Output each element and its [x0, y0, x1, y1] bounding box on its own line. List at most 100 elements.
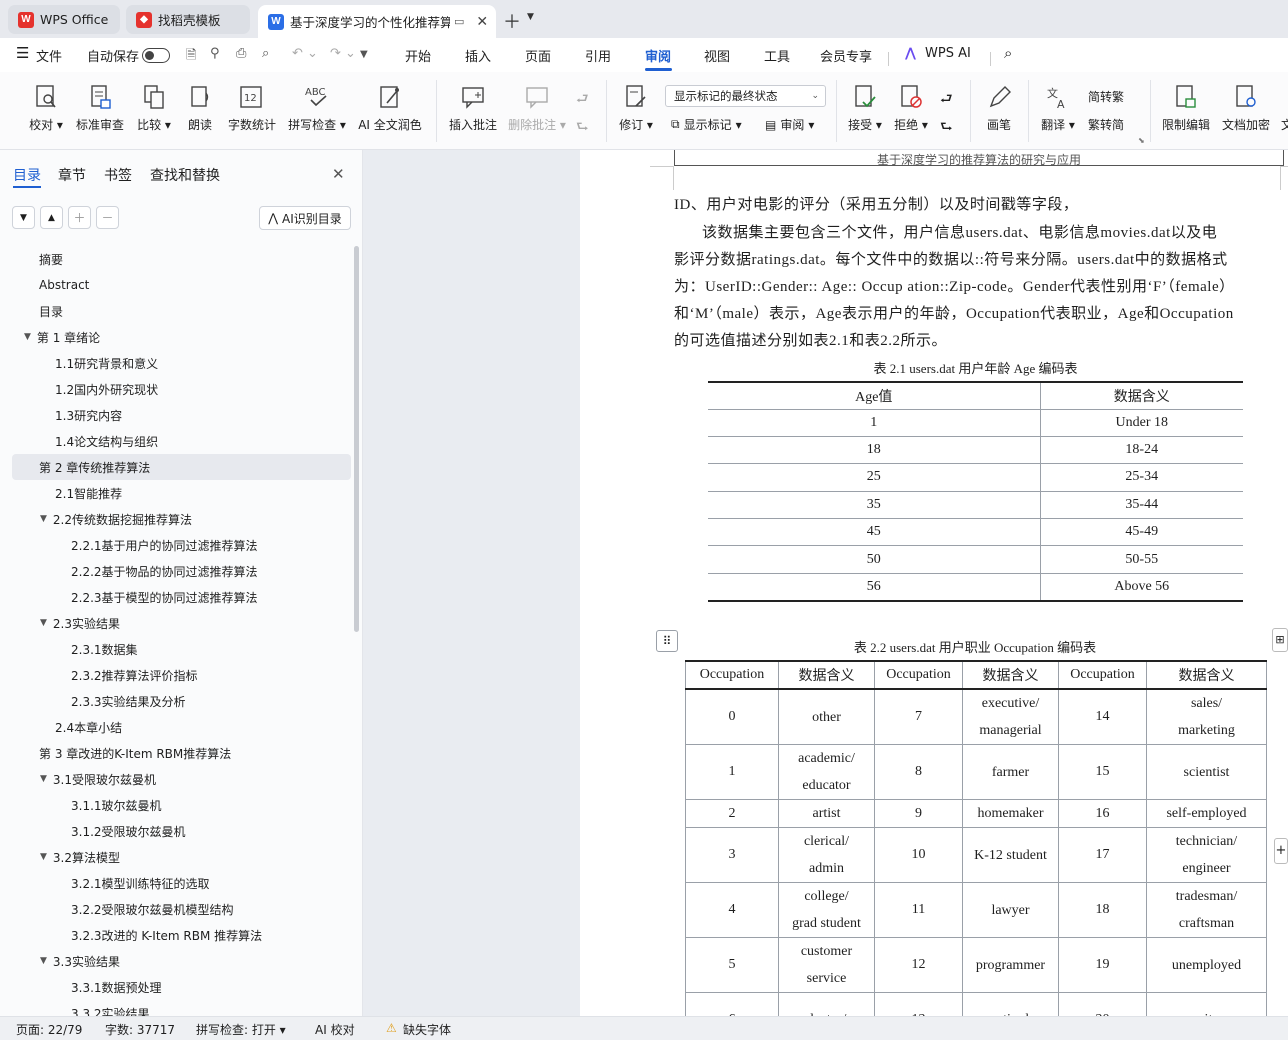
- ai-toc-button[interactable]: ⋀ AI识别目录: [259, 206, 351, 230]
- save-icon[interactable]: 🗎: [186, 46, 196, 68]
- toc-item[interactable]: 1.3研究内容: [0, 402, 350, 428]
- nav-tab-chapters[interactable]: 章节: [58, 165, 86, 185]
- pen-button[interactable]: 画笔: [982, 82, 1016, 133]
- autosave-toggle[interactable]: [142, 48, 170, 63]
- menu-tools[interactable]: 工具: [764, 46, 790, 65]
- menu-reference[interactable]: 引用: [585, 46, 611, 65]
- expand-up-button[interactable]: ▲: [40, 206, 63, 229]
- menu-start[interactable]: 开始: [405, 46, 431, 65]
- proofread-button[interactable]: 校对 ▾: [28, 82, 64, 133]
- spell-check-status[interactable]: 拼写检查: 打开 ▾: [196, 1021, 286, 1038]
- toc-item[interactable]: 目录: [0, 298, 350, 324]
- ai-check-status[interactable]: AI 校对: [315, 1021, 355, 1038]
- table-move-handle-icon[interactable]: ⠿: [656, 630, 678, 652]
- toc-item[interactable]: ▼ 第 1 章绪论: [0, 324, 350, 350]
- accept-button[interactable]: 接受 ▾: [846, 82, 884, 133]
- restrict-edit-button[interactable]: 限制编辑: [1160, 82, 1212, 133]
- toc-item[interactable]: 2.3.1数据集: [0, 636, 350, 662]
- expand-arrow-icon[interactable]: ▼: [40, 514, 47, 524]
- standard-review-button[interactable]: 标准审查: [75, 82, 125, 133]
- word-count-button[interactable]: 12 字数统计: [226, 82, 278, 133]
- add-heading-button[interactable]: ＋: [68, 206, 91, 229]
- document-page[interactable]: 基于深度学习的推荐算法的研究与应用 ID、用户对电影的评分（采用五分制）以及时间…: [580, 150, 1288, 1016]
- toc-item[interactable]: 2.3.2推荐算法评价指标: [0, 662, 350, 688]
- age-table[interactable]: Age值 数据含义 1 Under 18 18 18-24 25 25-34 35 35-44 45…: [708, 381, 1243, 602]
- toc-item[interactable]: 3.2.1模型训练特征的选取: [0, 870, 350, 896]
- show-markup-button[interactable]: ⧉ 显示标记 ▾: [671, 116, 742, 133]
- toc-item[interactable]: 3.2.2受限玻尔兹曼机模型结构: [0, 896, 350, 922]
- next-comment-icon[interactable]: ⮑: [576, 116, 589, 140]
- menu-view[interactable]: 视图: [704, 46, 730, 65]
- expand-arrow-icon[interactable]: ▼: [24, 332, 31, 342]
- review-pane-button[interactable]: ▤ 审阅 ▾: [765, 116, 814, 133]
- remove-heading-button[interactable]: －: [96, 206, 119, 229]
- expand-group-icon[interactable]: ⬊: [1138, 136, 1145, 145]
- close-icon[interactable]: ✕: [476, 14, 488, 30]
- toc-item[interactable]: ▼ 3.2算法模型: [0, 844, 350, 870]
- prev-change-icon[interactable]: ⮐: [940, 88, 953, 112]
- toc-item[interactable]: 2.4本章小结: [0, 714, 350, 740]
- page-indicator[interactable]: 页面: 22/79: [16, 1021, 82, 1038]
- toc-item[interactable]: 2.2.3基于模型的协同过滤推荐算法: [0, 584, 350, 610]
- share-icon[interactable]: ⚲: [210, 46, 220, 61]
- undo-icon[interactable]: ↶ ⌄: [292, 46, 318, 61]
- toc-item[interactable]: 3.3.1数据预处理: [0, 974, 350, 1000]
- toc-item[interactable]: 1.4论文结构与组织: [0, 428, 350, 454]
- menu-member[interactable]: 会员专享: [820, 46, 872, 65]
- toc-item[interactable]: 3.1.2受限玻尔兹曼机: [0, 818, 350, 844]
- read-aloud-button[interactable]: 朗读: [186, 82, 214, 133]
- toc-item[interactable]: 第 2 章传统推荐算法: [12, 454, 351, 480]
- display-state-select[interactable]: 显示标记的最终状态 ⌄: [665, 85, 826, 107]
- menu-wps-ai[interactable]: WPS AI: [925, 46, 971, 61]
- search-icon[interactable]: ⌕: [1004, 44, 1012, 62]
- encrypt-button[interactable]: 文档加密: [1220, 82, 1272, 133]
- toc-item[interactable]: Abstract: [0, 272, 350, 298]
- insert-comment-button[interactable]: 插入批注: [446, 82, 500, 133]
- delete-comment-button[interactable]: 删除批注 ▾: [506, 82, 568, 133]
- toc-item[interactable]: 1.2国内外研究现状: [0, 376, 350, 402]
- expand-arrow-icon[interactable]: ▼: [40, 852, 47, 862]
- occupation-table[interactable]: Occupation 数据含义 Occupation 数据含义 Occupation 数据…: [685, 660, 1267, 1016]
- track-changes-button[interactable]: 修订 ▾: [616, 82, 656, 133]
- expand-arrow-icon[interactable]: ▼: [40, 956, 47, 966]
- print-preview-icon[interactable]: ⌕: [262, 46, 269, 61]
- more-chevron-icon[interactable]: ▼: [360, 49, 368, 60]
- toc-item[interactable]: 3.2.3改进的 K-Item RBM 推荐算法: [0, 922, 350, 948]
- toc-item[interactable]: 1.1研究背景和意义: [0, 350, 350, 376]
- ai-polish-button[interactable]: AI 全文润色: [356, 82, 424, 133]
- collapse-all-button[interactable]: ▼: [12, 206, 35, 229]
- redo-icon[interactable]: ↷ ⌄: [330, 46, 356, 61]
- toc-item[interactable]: 第 3 章改进的K-Item RBM推荐算法: [0, 740, 350, 766]
- close-pane-icon[interactable]: ✕: [332, 165, 345, 183]
- menu-page[interactable]: 页面: [525, 46, 551, 65]
- tab-template[interactable]: ◆ 找稻壳模板: [126, 5, 250, 34]
- tab-document[interactable]: W 基于深度学习的个性化推荐算 ▭ ✕: [258, 5, 496, 38]
- prev-comment-icon[interactable]: ⮐: [576, 88, 589, 112]
- menu-review[interactable]: 审阅: [645, 46, 671, 65]
- toc-item[interactable]: ▼ 2.2传统数据挖掘推荐算法: [0, 506, 350, 532]
- nav-tab-bookmarks[interactable]: 书签: [104, 165, 132, 185]
- toc-item[interactable]: ▼ 3.1受限玻尔兹曼机: [0, 766, 350, 792]
- toc-scrollbar[interactable]: [354, 246, 359, 632]
- word-count[interactable]: 字数: 37717: [105, 1021, 175, 1038]
- translate-button[interactable]: 文A 翻译 ▾: [1038, 82, 1078, 133]
- toc-item[interactable]: 2.1智能推荐: [0, 480, 350, 506]
- expand-arrow-icon[interactable]: ▼: [40, 618, 47, 628]
- nav-tab-find-replace[interactable]: 查找和替换: [150, 165, 220, 185]
- nav-tab-toc[interactable]: 目录: [13, 165, 41, 185]
- traditional-to-simplified-button[interactable]: 繁转简: [1088, 116, 1124, 133]
- print-icon[interactable]: ⎙: [236, 46, 246, 61]
- side-toolbar-icon[interactable]: ⊞: [1272, 628, 1288, 652]
- simplified-to-traditional-button[interactable]: 简转繁: [1088, 88, 1124, 105]
- toc-item[interactable]: 2.3.3实验结果及分析: [0, 688, 350, 714]
- toc-item[interactable]: 2.2.1基于用户的协同过滤推荐算法: [0, 532, 350, 558]
- toc-item[interactable]: 摘要: [0, 246, 350, 272]
- add-row-icon[interactable]: +: [1274, 838, 1288, 864]
- next-change-icon[interactable]: ⮑: [940, 116, 953, 140]
- toc-item[interactable]: ▼ 2.3实验结果: [0, 610, 350, 636]
- chevron-down-icon[interactable]: ▼: [527, 12, 534, 22]
- expand-arrow-icon[interactable]: ▼: [40, 774, 47, 784]
- reject-button[interactable]: 拒绝 ▾: [892, 82, 930, 133]
- toc-item[interactable]: 2.2.2基于物品的协同过滤推荐算法: [0, 558, 350, 584]
- spell-check-button[interactable]: ABC 拼写检查 ▾: [286, 82, 348, 133]
